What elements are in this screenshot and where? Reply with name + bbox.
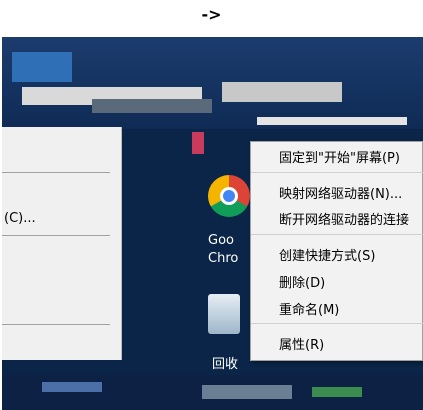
menu-item-rename[interactable]: 重命名(M) bbox=[279, 299, 339, 318]
menu-separator bbox=[2, 324, 110, 325]
artifact-blob bbox=[312, 387, 362, 397]
left-menu-item[interactable]: (C)... bbox=[4, 211, 36, 226]
context-menu: 固定到"开始"屏幕(P) 映射网络驱动器(N)... 断开网络驱动器的连接 创建… bbox=[250, 141, 423, 361]
menu-item-map-network-drive[interactable]: 映射网络驱动器(N)... bbox=[279, 183, 402, 202]
menu-separator bbox=[251, 323, 423, 324]
chrome-label-line1: Goo bbox=[208, 233, 234, 248]
recycle-bin-icon[interactable] bbox=[208, 294, 240, 334]
artifact-blob bbox=[202, 385, 292, 399]
menu-separator bbox=[251, 234, 423, 235]
left-context-menu: (C)... bbox=[2, 127, 122, 360]
artifact-blob bbox=[257, 117, 407, 125]
noisy-band-top bbox=[2, 37, 423, 129]
artifact-blob bbox=[12, 52, 72, 82]
menu-item-delete[interactable]: 删除(D) bbox=[279, 272, 325, 291]
menu-item-disconnect-network-drive[interactable]: 断开网络驱动器的连接 bbox=[279, 209, 409, 228]
recycle-bin-label: 回收 bbox=[212, 357, 239, 372]
menu-item-pin-to-start[interactable]: 固定到"开始"屏幕(P) bbox=[279, 147, 400, 166]
artifact-blob bbox=[92, 99, 212, 113]
artifact-blob bbox=[192, 132, 204, 154]
menu-separator bbox=[2, 172, 110, 173]
menu-separator bbox=[251, 172, 423, 173]
menu-item-create-shortcut[interactable]: 创建快捷方式(S) bbox=[279, 245, 375, 264]
menu-separator bbox=[2, 235, 110, 236]
chrome-label-line2: Chro bbox=[208, 251, 239, 266]
chrome-icon[interactable] bbox=[208, 175, 250, 217]
menu-item-properties[interactable]: 属性(R) bbox=[279, 334, 324, 353]
artifact-blob bbox=[222, 82, 342, 102]
transition-arrow: -> bbox=[201, 5, 222, 24]
chrome-center-icon bbox=[220, 187, 238, 205]
artifact-blob bbox=[42, 382, 102, 392]
